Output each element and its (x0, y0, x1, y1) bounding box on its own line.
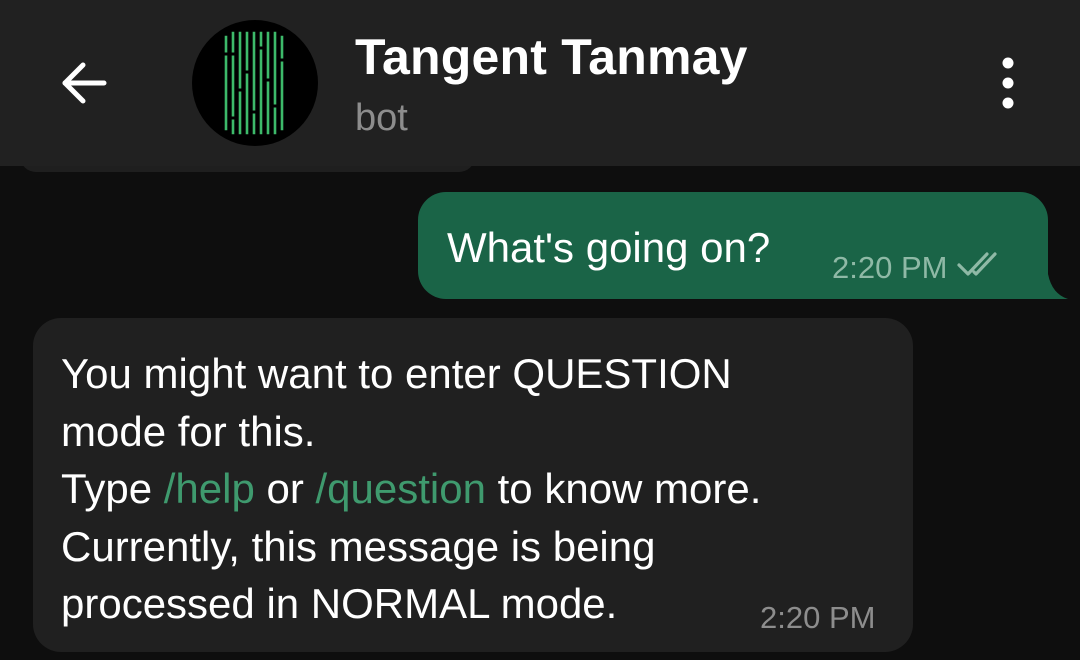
question-command-link[interactable]: /question (316, 465, 486, 512)
message-meta: 2:20 PM (832, 249, 1009, 287)
chat-title[interactable]: Tangent Tanmay (355, 28, 748, 86)
chat-subtitle: bot (355, 97, 408, 139)
chat-header: Tangent Tanmay bot (0, 0, 1080, 166)
more-options-button[interactable] (984, 52, 1032, 114)
message-line: processed in NORMAL mode. (61, 580, 618, 627)
chat-screen: Tangent Tanmay bot What's going on? 2:20… (0, 0, 1080, 660)
bubble-tail (1038, 274, 1068, 299)
message-line: You might want to enter QUESTION (61, 350, 732, 397)
more-vertical-icon (1002, 57, 1014, 109)
message-text-segment: Type (61, 465, 164, 512)
message-text-segment: or (254, 465, 316, 512)
message-time: 2:20 PM (760, 600, 876, 635)
message-time: 2:20 PM (832, 250, 948, 285)
message-text: You might want to enter QUESTION mode fo… (61, 345, 761, 633)
barcode-logo-icon (222, 31, 285, 135)
bot-avatar[interactable] (192, 20, 318, 146)
message-line: Type /help or /question to know more. (61, 460, 761, 518)
message-text: What's going on? (447, 224, 771, 271)
back-button[interactable] (52, 52, 114, 114)
arrow-left-icon (62, 62, 107, 104)
double-check-icon (957, 249, 1009, 287)
message-text-segment: to know more. (485, 465, 762, 512)
message-line: Currently, this message is being (61, 522, 656, 570)
message-line: mode for this. (61, 407, 316, 455)
help-command-link[interactable]: /help (164, 465, 255, 512)
